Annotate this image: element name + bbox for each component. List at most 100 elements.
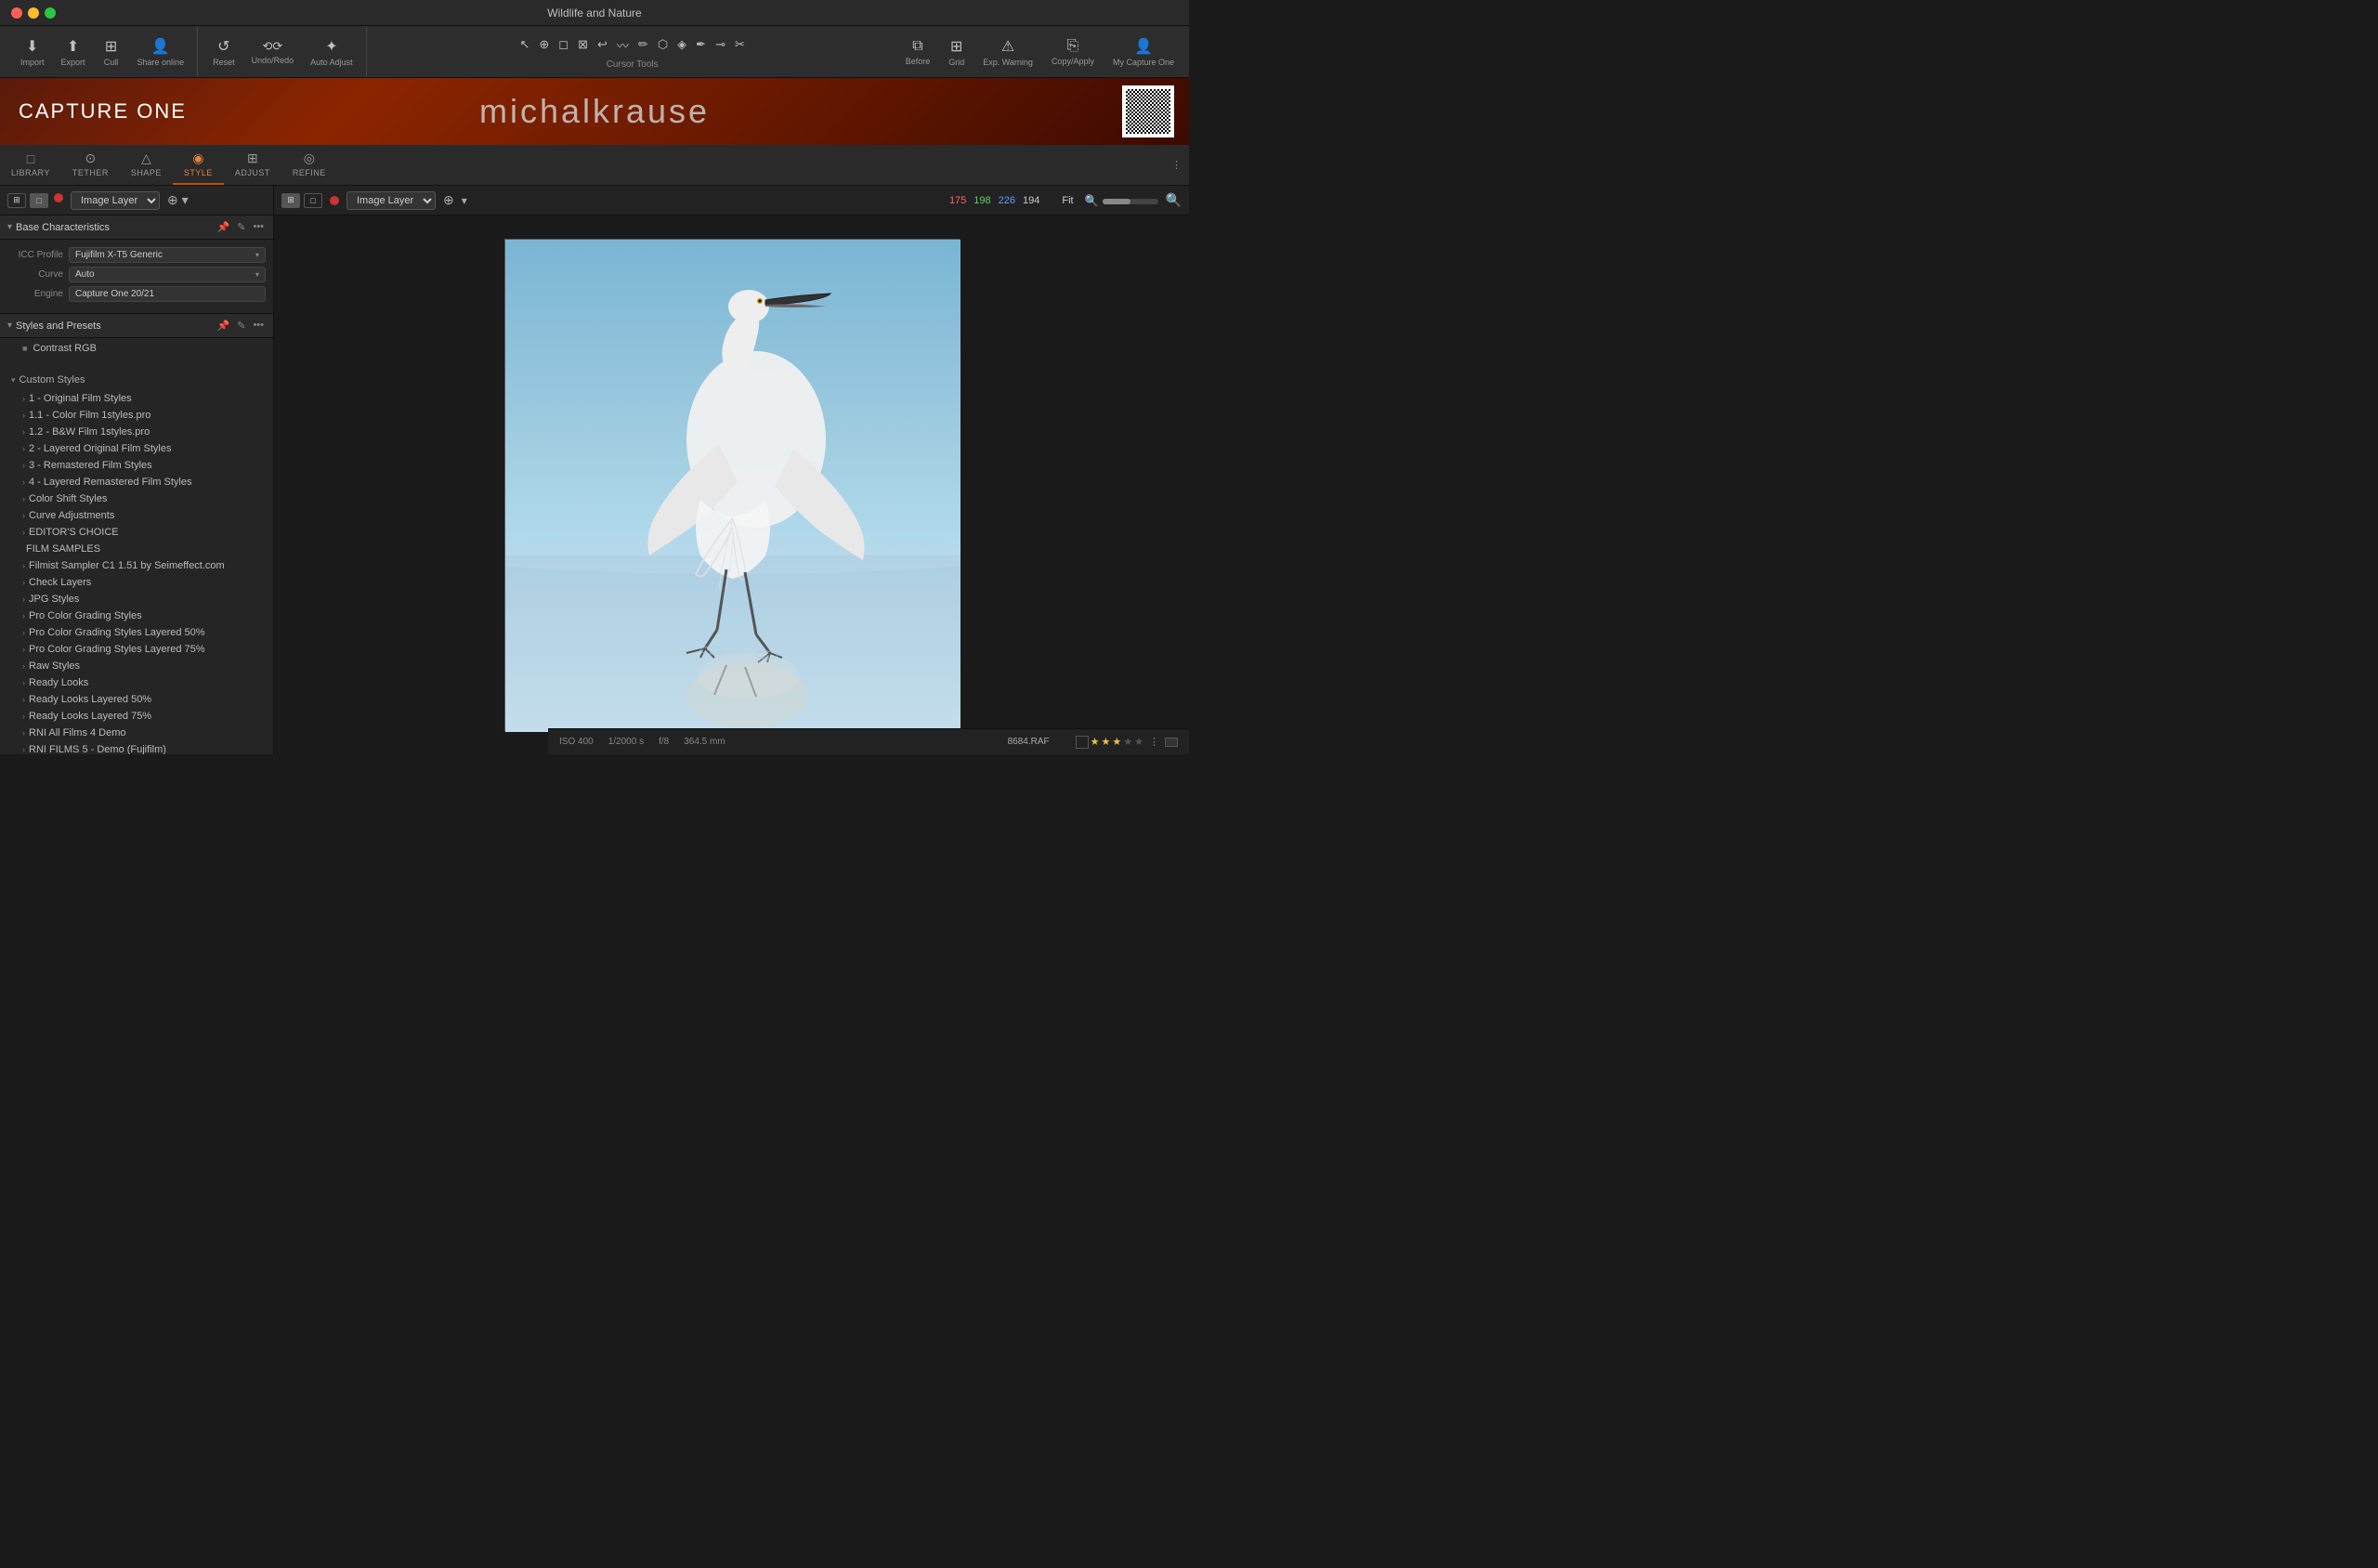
cursor-tool-6[interactable]: 〰: [615, 34, 631, 56]
tab-library[interactable]: □ LIBRARY: [0, 145, 61, 185]
cursor-tool-2[interactable]: ⊕: [537, 35, 551, 54]
panel-dots[interactable]: ⋮: [1171, 159, 1182, 171]
list-item-6[interactable]: › Color Shift Styles: [0, 490, 273, 507]
minimize-button[interactable]: [28, 7, 39, 19]
star-3[interactable]: ★: [1112, 736, 1121, 748]
list-item-11[interactable]: › Check Layers: [0, 574, 273, 591]
reset-icon: ↺: [217, 37, 229, 56]
star-2[interactable]: ★: [1102, 736, 1111, 748]
cursor-tool-12[interactable]: ✂: [733, 35, 747, 54]
export-button[interactable]: ⬆ Export: [54, 33, 93, 71]
search-button[interactable]: 🔍: [1166, 192, 1182, 208]
list-item-14[interactable]: › Pro Color Grading Styles Layered 50%: [0, 624, 273, 641]
list-item-19[interactable]: › Ready Looks Layered 75%: [0, 708, 273, 725]
cull-button[interactable]: ⊞ Cull: [95, 33, 128, 71]
star-4[interactable]: ★: [1123, 736, 1132, 748]
image-layer-select[interactable]: Image Layer: [71, 191, 160, 210]
cursor-tool-3[interactable]: ◻: [556, 35, 570, 54]
list-item-13[interactable]: › Pro Color Grading Styles: [0, 608, 273, 624]
tab-tether[interactable]: ⊙ TETHER: [61, 145, 120, 185]
before-button[interactable]: ⧉ Before: [898, 34, 938, 70]
layer-add-button[interactable]: ⊕ ▾: [167, 192, 189, 208]
grid-view-icon[interactable]: ⊞: [281, 193, 300, 208]
my-capture-one-button[interactable]: 👤 My Capture One: [1105, 33, 1182, 71]
film-samples-item[interactable]: FILM SAMPLES: [0, 541, 273, 557]
list-item-16[interactable]: › Raw Styles: [0, 658, 273, 674]
cursor-tool-8[interactable]: ⬡: [656, 35, 670, 54]
layer-menu-button[interactable]: ▾: [462, 194, 467, 207]
cursor-tool-9[interactable]: ◈: [675, 35, 688, 54]
maximize-button[interactable]: [45, 7, 56, 19]
color-label-box[interactable]: [1076, 736, 1089, 749]
tab-refine[interactable]: ◎ REFINE: [281, 145, 337, 185]
list-item-4[interactable]: › 3 - Remastered Film Styles: [0, 457, 273, 474]
shape-label: SHAPE: [131, 168, 162, 177]
list-item-12[interactable]: › JPG Styles: [0, 591, 273, 608]
layer-icon-1[interactable]: ⊞: [7, 193, 26, 208]
curve-row: Curve Auto ▾: [7, 267, 266, 282]
list-item-20[interactable]: › RNI All Films 4 Demo: [0, 725, 273, 741]
grid-button[interactable]: ⊞ Grid: [941, 33, 972, 71]
list-item-17[interactable]: › Ready Looks: [0, 674, 273, 691]
base-characteristics-header[interactable]: ▾ Base Characteristics 📌 ✎ •••: [0, 216, 273, 240]
list-item-1[interactable]: › 1.1 - Color Film 1styles.pro: [0, 407, 273, 424]
tab-adjust[interactable]: ⊞ ADJUST: [224, 145, 281, 185]
cursor-tool-7[interactable]: ✏: [636, 35, 650, 54]
item-20-chevron: ›: [22, 728, 25, 738]
styles-edit[interactable]: ✎: [235, 320, 247, 332]
cursor-tool-5[interactable]: ↩: [595, 35, 609, 54]
list-item-21[interactable]: › RNI FILMS 5 - Demo (Fujifilm): [0, 741, 273, 754]
curve-value[interactable]: Auto ▾: [69, 267, 266, 282]
list-item-2[interactable]: › 1.2 - B&W Film 1styles.pro: [0, 424, 273, 440]
tab-style[interactable]: ◉ STYLE: [173, 145, 224, 185]
cursor-tool-10[interactable]: ✒: [694, 35, 708, 54]
list-item-18[interactable]: › Ready Looks Layered 50%: [0, 691, 273, 708]
list-item-8[interactable]: › EDITOR'S CHOICE: [0, 524, 273, 541]
contrast-rgb-item[interactable]: ■ Contrast RGB: [0, 338, 273, 359]
panel-controls: ⋮: [1164, 159, 1189, 171]
styles-pin[interactable]: 📌: [216, 320, 232, 332]
list-item-5[interactable]: › 4 - Layered Remastered Film Styles: [0, 474, 273, 490]
traffic-lights: [11, 7, 56, 19]
copy-apply-button[interactable]: ⎘ Copy/Apply: [1044, 34, 1102, 70]
share-online-button[interactable]: 👤 Share online: [130, 33, 192, 71]
custom-styles-group[interactable]: ▾ Custom Styles: [0, 370, 273, 390]
layer-icon-2[interactable]: □: [30, 193, 48, 208]
base-char-more[interactable]: •••: [251, 221, 266, 233]
contrast-rgb-icon: ■: [22, 344, 27, 353]
rgb-g-value: 198: [973, 195, 990, 206]
icc-profile-value[interactable]: Fujifilm X-T5 Generic ▾: [69, 247, 266, 263]
cursor-tool-1[interactable]: ↖: [517, 35, 531, 54]
zoom-out-icon[interactable]: 🔍: [1085, 194, 1099, 207]
adjust-label: ADJUST: [235, 168, 270, 177]
base-char-edit[interactable]: ✎: [235, 221, 247, 233]
undo-redo-button[interactable]: ⟲⟳ Undo/Redo: [244, 35, 302, 69]
import-button[interactable]: ⬇ Import: [13, 33, 52, 71]
close-button[interactable]: [11, 7, 22, 19]
exp-warning-button[interactable]: ⚠ Exp. Warning: [975, 33, 1040, 71]
add-layer-button[interactable]: ⊕: [443, 192, 454, 208]
list-item-7[interactable]: › Curve Adjustments: [0, 507, 273, 524]
base-char-pin[interactable]: 📌: [216, 221, 232, 233]
view-options[interactable]: [1165, 738, 1178, 747]
auto-adjust-button[interactable]: ✦ Auto Adjust: [303, 33, 360, 71]
star-5[interactable]: ★: [1134, 736, 1143, 748]
star-1[interactable]: ★: [1091, 736, 1100, 748]
tab-shape[interactable]: △ SHAPE: [120, 145, 173, 185]
zoom-slider[interactable]: [1103, 199, 1158, 204]
cursor-tool-4[interactable]: ⊠: [576, 35, 590, 54]
spacer: [0, 359, 273, 370]
list-item-10[interactable]: › Filmist Sampler C1 1.51 by Seimeffect.…: [0, 557, 273, 574]
styles-more[interactable]: •••: [251, 320, 266, 332]
import-label: Import: [20, 58, 45, 67]
share-label: Share online: [137, 58, 185, 67]
tether-label: TETHER: [72, 168, 109, 177]
list-item-15[interactable]: › Pro Color Grading Styles Layered 75%: [0, 641, 273, 658]
cursor-tool-11[interactable]: ⊸: [713, 35, 727, 54]
single-view-icon[interactable]: □: [304, 193, 322, 208]
list-item-3[interactable]: › 2 - Layered Original Film Styles: [0, 440, 273, 457]
list-item-0[interactable]: › 1 - Original Film Styles: [0, 390, 273, 407]
reset-button[interactable]: ↺ Reset: [205, 33, 242, 71]
styles-presets-header[interactable]: ▾ Styles and Presets 📌 ✎ •••: [0, 314, 273, 338]
image-layer-dropdown[interactable]: Image Layer: [346, 191, 436, 210]
